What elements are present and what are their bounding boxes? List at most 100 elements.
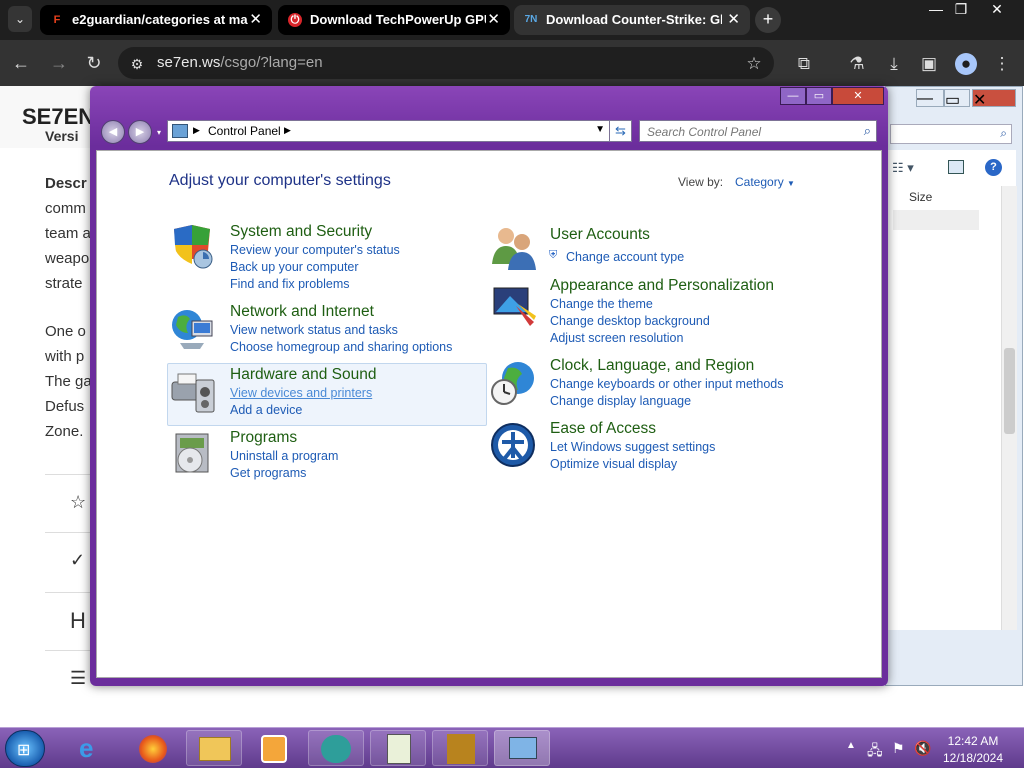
cp-minimize-icon[interactable]: — <box>780 87 806 105</box>
category-appearance[interactable]: Appearance and Personalization <box>550 277 774 295</box>
extensions-icon[interactable]: ⧉ <box>793 53 815 75</box>
tab-search-button[interactable]: ⌄ <box>8 6 32 32</box>
cp-back-icon[interactable]: ◀ <box>101 120 125 144</box>
explorer-minimize-icon[interactable]: — <box>916 89 944 107</box>
profile-avatar-icon[interactable]: ● <box>955 53 977 75</box>
link-review-status[interactable]: Review your computer's status <box>230 243 400 257</box>
link-keyboards[interactable]: Change keyboards or other input methods <box>550 377 783 391</box>
users-icon[interactable] <box>490 224 536 270</box>
cp-maximize-icon[interactable]: ▭ <box>806 87 832 105</box>
firefox-icon[interactable] <box>124 730 180 766</box>
close-window-icon[interactable]: ✕ <box>978 0 1016 20</box>
labs-flask-icon[interactable]: ⚗ <box>846 53 868 75</box>
check-icon[interactable]: ✓ <box>70 550 85 571</box>
control-panel-task-icon[interactable] <box>494 730 550 766</box>
category-network-internet[interactable]: Network and Internet <box>230 303 374 321</box>
close-tab-icon[interactable]: ✕ <box>487 5 500 35</box>
site-logo[interactable]: SE7EN <box>22 104 94 130</box>
back-icon[interactable]: ← <box>10 52 32 74</box>
browser-menu-icon[interactable]: ⋮ <box>991 53 1013 75</box>
scrollbar-thumb[interactable] <box>1004 348 1015 434</box>
link-change-account-type[interactable]: Change account type <box>566 250 684 264</box>
explorer-search-input[interactable]: ⌕ <box>890 124 1012 144</box>
network-icon[interactable]: 🖧 <box>867 740 883 764</box>
link-change-theme[interactable]: Change the theme <box>550 297 653 311</box>
system-clock[interactable]: 12:42 AM 12/18/2024 <box>928 733 1018 767</box>
link-backup[interactable]: Back up your computer <box>230 260 359 274</box>
sliders-icon[interactable]: ☰ <box>70 668 86 689</box>
file-explorer-icon[interactable] <box>186 730 242 766</box>
tab-e2guardian[interactable]: F e2guardian/categories at mast ✕ <box>40 5 272 35</box>
action-center-flag-icon[interactable]: ⚑ <box>892 740 905 757</box>
breadcrumb[interactable]: Control Panel <box>208 124 281 138</box>
reload-icon[interactable]: ↻ <box>83 52 105 74</box>
close-tab-icon[interactable]: ✕ <box>249 5 262 35</box>
link-desktop-background[interactable]: Change desktop background <box>550 314 710 328</box>
refresh-icon[interactable]: ⇆ <box>609 121 631 141</box>
display-icon[interactable] <box>490 282 536 328</box>
restore-icon[interactable]: ❐ <box>942 0 980 20</box>
download-icon[interactable]: ⤓ <box>883 53 905 75</box>
link-find-fix[interactable]: Find and fix problems <box>230 277 350 291</box>
category-ease-of-access[interactable]: Ease of Access <box>550 420 656 438</box>
tab-techpowerup[interactable]: ⏻ Download TechPowerUp GPU- ✕ <box>278 5 510 35</box>
url-text[interactable]: se7en.ws/csgo/?lang=en <box>157 54 323 71</box>
category-user-accounts[interactable]: User Accounts <box>550 226 650 244</box>
explorer-maximize-icon[interactable]: ▭ <box>944 89 970 109</box>
new-tab-button[interactable]: + <box>755 7 781 33</box>
view-by-dropdown[interactable]: Category ▼ <box>735 175 795 189</box>
link-optimize-display[interactable]: Optimize visual display <box>550 457 677 471</box>
cp-address-bar[interactable]: ▶ Control Panel ▶ ▼ ⇆ <box>167 120 632 142</box>
file-row[interactable] <box>893 210 979 230</box>
cp-forward-icon[interactable]: ▶ <box>128 120 152 144</box>
counter-strike-icon[interactable] <box>432 730 488 766</box>
forward-icon[interactable]: → <box>48 52 70 74</box>
preview-pane-icon[interactable] <box>948 160 964 174</box>
link-devices-printers[interactable]: View devices and printers <box>230 386 372 400</box>
clock-globe-icon[interactable] <box>490 360 536 406</box>
link-screen-resolution[interactable]: Adjust screen resolution <box>550 331 683 345</box>
link-network-status[interactable]: View network status and tasks <box>230 323 398 337</box>
chat-app-icon[interactable] <box>308 730 364 766</box>
link-get-programs[interactable]: Get programs <box>230 466 306 480</box>
search-icon[interactable]: ⌕ <box>864 123 871 139</box>
category-system-security[interactable]: System and Security <box>230 223 372 241</box>
close-tab-icon[interactable]: ✕ <box>727 5 740 35</box>
link-display-language[interactable]: Change display language <box>550 394 691 408</box>
category-hardware-sound[interactable]: Hardware and Sound <box>230 366 377 384</box>
start-button[interactable]: ⊞ <box>5 730 45 767</box>
shield-icon[interactable] <box>170 223 216 269</box>
category-programs[interactable]: Programs <box>230 429 297 447</box>
cp-close-icon[interactable]: ✕ <box>832 87 884 105</box>
breadcrumb-arrow-icon[interactable]: ▶ <box>284 125 291 136</box>
tab-counter-strike[interactable]: 7N Download Counter-Strike: Glo ✕ <box>514 5 750 35</box>
column-header-size[interactable]: Size <box>909 190 932 204</box>
star-icon[interactable]: ☆ <box>70 492 86 513</box>
explorer-close-icon[interactable]: ✕ <box>972 89 1016 109</box>
view-options-icon[interactable]: ☷ ▾ <box>892 160 914 176</box>
link-add-device[interactable]: Add a device <box>230 403 302 417</box>
tab-label: e2guardian/categories at mast <box>72 12 248 27</box>
link-homegroup[interactable]: Choose homegroup and sharing options <box>230 340 452 354</box>
side-panel-icon[interactable]: ▣ <box>918 53 940 75</box>
bookmark-star-icon[interactable]: ☆ <box>743 53 765 75</box>
globe-network-icon[interactable] <box>170 305 216 351</box>
show-hidden-icons[interactable]: ▲ <box>846 740 856 751</box>
cp-search-input[interactable]: Search Control Panel ⌕ <box>639 120 877 142</box>
internet-explorer-icon[interactable]: e <box>62 730 118 766</box>
address-dropdown-icon[interactable]: ▼ <box>595 124 605 135</box>
link-suggest-settings[interactable]: Let Windows suggest settings <box>550 440 715 454</box>
recent-pages-icon[interactable]: ▾ <box>157 128 161 137</box>
help-icon[interactable]: ? <box>985 159 1002 176</box>
programs-disc-icon[interactable] <box>170 430 216 476</box>
chevron-down-icon: ▼ <box>787 179 795 188</box>
site-settings-icon[interactable]: ⚙ <box>126 53 148 75</box>
printer-speaker-icon[interactable] <box>170 368 216 414</box>
media-player-icon[interactable] <box>246 730 302 766</box>
breadcrumb-arrow-icon[interactable]: ▶ <box>193 125 200 136</box>
link-uninstall-program[interactable]: Uninstall a program <box>230 449 338 463</box>
scrollbar[interactable] <box>1001 186 1017 630</box>
category-clock-language[interactable]: Clock, Language, and Region <box>550 357 754 375</box>
notepad-app-icon[interactable] <box>370 730 426 766</box>
ease-of-access-icon[interactable] <box>490 422 536 468</box>
